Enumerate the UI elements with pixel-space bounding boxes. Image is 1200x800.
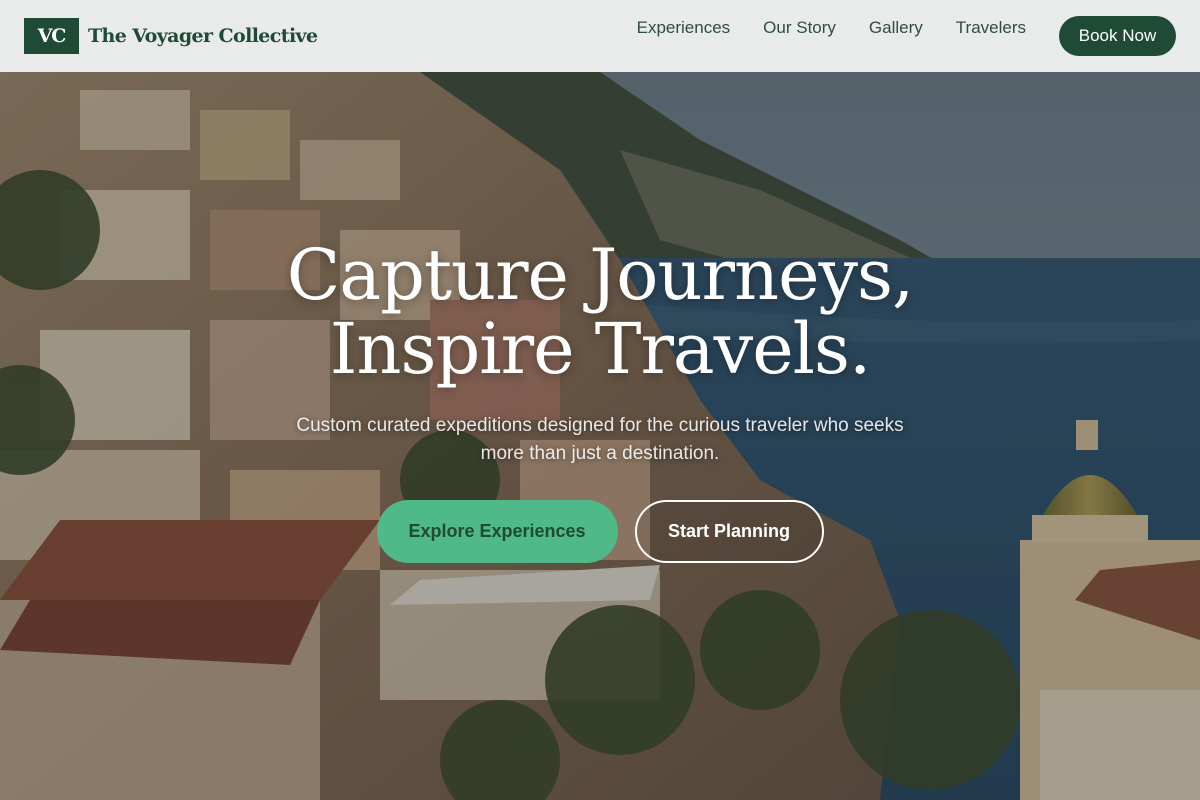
hero-headline-line-2: Inspire Travels. [329, 308, 871, 390]
hero-cta-group: Explore Experiences Start Planning [0, 500, 1200, 563]
hero-content: Capture Journeys, Inspire Travels. Custo… [0, 238, 1200, 563]
book-now-button[interactable]: Book Now [1059, 16, 1176, 56]
explore-experiences-button[interactable]: Explore Experiences [376, 500, 618, 563]
nav-link-gallery[interactable]: Gallery [869, 18, 923, 38]
start-planning-button[interactable]: Start Planning [634, 500, 824, 563]
nav-link-experiences[interactable]: Experiences [637, 18, 731, 38]
main-navigation: Experiences Our Story Gallery Travelers [637, 18, 1026, 38]
logo-monogram[interactable]: VC [24, 18, 79, 54]
brand-name[interactable]: The Voyager Collective [88, 25, 318, 47]
top-navbar: VC The Voyager Collective Experiences Ou… [0, 0, 1200, 72]
brand-logo[interactable]: VC The Voyager Collective [24, 18, 318, 54]
nav-link-travelers[interactable]: Travelers [956, 18, 1026, 38]
nav-link-our-story[interactable]: Our Story [763, 18, 836, 38]
hero-headline: Capture Journeys, Inspire Travels. [0, 238, 1200, 386]
hero-headline-line-1: Capture Journeys, [286, 234, 914, 316]
hero-subtitle: Custom curated expeditions designed for … [296, 415, 904, 464]
